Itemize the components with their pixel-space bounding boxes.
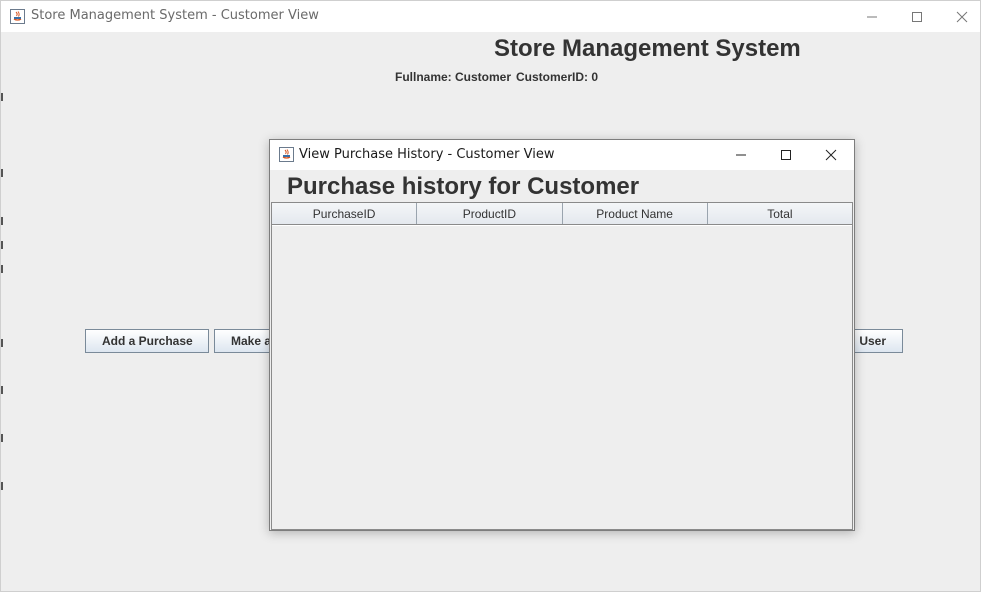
edge-mark [1, 339, 3, 347]
edge-mark [1, 241, 3, 249]
java-app-icon [279, 147, 294, 162]
column-header-total[interactable]: Total [708, 203, 852, 224]
edge-mark [1, 93, 3, 101]
close-icon [825, 149, 837, 161]
main-window-title: Store Management System - Customer View [31, 8, 319, 23]
dialog-maximize-button[interactable] [763, 140, 809, 170]
column-header-purchaseid[interactable]: PurchaseID [272, 203, 418, 224]
column-header-product-name[interactable]: Product Name [563, 203, 708, 224]
dialog-close-button[interactable] [808, 140, 854, 170]
edge-mark [1, 169, 3, 177]
maximize-icon [781, 150, 791, 160]
edge-mark [1, 482, 3, 490]
edge-mark [1, 265, 3, 273]
minimize-icon [736, 154, 746, 156]
main-minimize-button[interactable] [849, 1, 895, 32]
column-header-productid[interactable]: ProductID [417, 203, 563, 224]
customer-id-label: CustomerID: 0 [516, 70, 599, 84]
main-titlebar[interactable]: Store Management System - Customer View [1, 1, 980, 32]
edge-mark [1, 386, 3, 394]
dialog-heading: Purchase history for Customer [287, 173, 640, 200]
user-info: Fullname: Customer CustomerID: 0 [395, 70, 598, 84]
fullname-label: Fullname: Customer [395, 70, 512, 84]
table-body[interactable] [272, 225, 852, 529]
dialog-titlebar[interactable]: View Purchase History - Customer View [270, 140, 854, 170]
page-title: Store Management System [494, 35, 801, 62]
minimize-icon [867, 16, 877, 17]
close-icon [956, 11, 968, 22]
edge-mark [1, 434, 3, 442]
main-maximize-button[interactable] [894, 1, 940, 32]
dialog-title: View Purchase History - Customer View [299, 147, 555, 162]
dialog-minimize-button[interactable] [718, 140, 764, 170]
main-close-button[interactable] [939, 1, 981, 32]
add-purchase-button[interactable]: Add a Purchase [85, 329, 209, 353]
maximize-icon [912, 11, 922, 22]
java-app-icon [10, 9, 25, 24]
table-header: PurchaseID ProductID Product Name Total [272, 203, 852, 225]
purchase-history-dialog: View Purchase History - Customer View Pu… [269, 139, 855, 531]
edge-mark [1, 217, 3, 225]
purchase-table[interactable]: PurchaseID ProductID Product Name Total [271, 202, 853, 530]
